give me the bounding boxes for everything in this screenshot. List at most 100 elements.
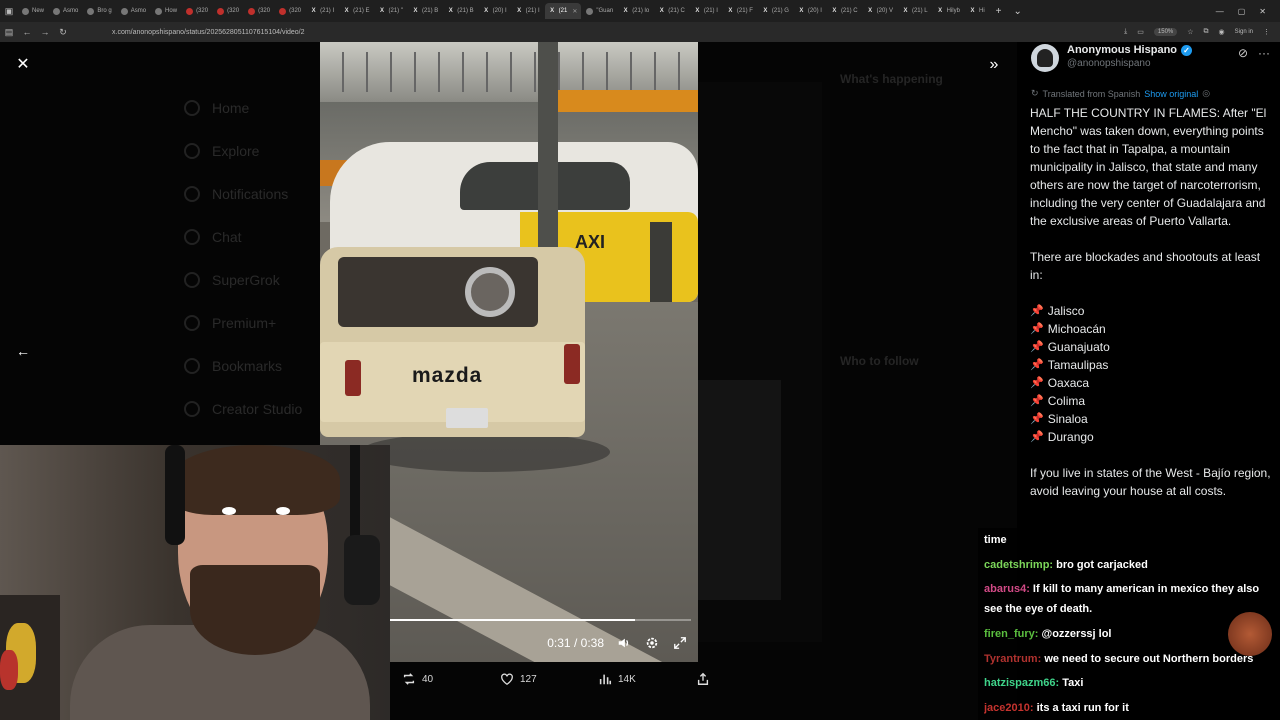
sign-in-button[interactable]: Sign in xyxy=(1235,29,1253,35)
repost-button[interactable]: 40 xyxy=(402,672,433,686)
browser-tab[interactable]: (320 xyxy=(275,3,305,19)
url-field[interactable]: x.com/anonopshispano/status/202562805110… xyxy=(112,29,305,36)
forward-arrow-icon[interactable]: → xyxy=(36,27,54,37)
browser-tab[interactable]: X (21) I xyxy=(512,3,544,19)
minimize-button[interactable]: — xyxy=(1216,7,1224,16)
maximize-button[interactable]: ▢ xyxy=(1238,7,1246,16)
video-time: 0:31 / 0:38 xyxy=(547,636,604,650)
reload-icon[interactable]: ↻ xyxy=(54,27,72,38)
youtube-icon xyxy=(217,7,225,15)
browser-tab[interactable]: "Guan xyxy=(582,3,617,19)
pushpin-icon: 📌 xyxy=(1030,323,1044,335)
close-viewer-button[interactable]: ✕ xyxy=(12,54,34,76)
zoom-badge[interactable]: 150% xyxy=(1153,28,1178,36)
previous-media-button[interactable]: ← xyxy=(12,340,34,362)
chat-username: abarus4: xyxy=(984,583,1030,595)
chat-message: abarus4: If kill to many american in mex… xyxy=(984,577,1280,622)
settings-gear-icon[interactable] xyxy=(644,635,660,651)
browser-tab[interactable]: X (21) I xyxy=(306,3,338,19)
browser-tab[interactable]: X (21) C xyxy=(827,3,862,19)
views-button[interactable]: 14K xyxy=(598,672,636,686)
state-list-item: 📌 Sinaloa xyxy=(1030,410,1272,428)
new-tab-button[interactable]: + xyxy=(990,6,1008,17)
browser-tab[interactable]: X (21) C xyxy=(654,3,689,19)
back-arrow-icon[interactable]: ← xyxy=(18,27,36,37)
youtube-icon xyxy=(186,7,194,15)
grok-icon[interactable]: ⊘ xyxy=(1238,46,1248,60)
webcam-person-hair xyxy=(170,445,340,515)
browser-tab[interactable]: X (21) B xyxy=(408,3,442,19)
like-count: 127 xyxy=(520,673,537,685)
browser-tab[interactable]: X (21) lo xyxy=(618,3,653,19)
show-original-link[interactable]: Show original xyxy=(1144,89,1198,99)
tab-search-icon[interactable]: ▣ xyxy=(0,6,18,17)
browser-tab[interactable]: X Hi xyxy=(965,3,989,19)
browser-tab[interactable]: Asmo xyxy=(49,3,82,19)
sidebar-toggle-icon[interactable]: ▤ xyxy=(0,27,18,38)
browser-tab[interactable]: X (21) B xyxy=(443,3,477,19)
fullscreen-icon[interactable] xyxy=(672,635,688,651)
profile-icon[interactable]: ◉ xyxy=(1219,28,1225,36)
tab-list-chevron-icon[interactable]: ⌄ xyxy=(1008,6,1028,17)
browser-tab-label: (320 xyxy=(258,8,271,14)
chat-text: its a taxi run for it xyxy=(1036,701,1129,714)
browser-tab[interactable]: X (21 ✕ xyxy=(544,3,582,19)
views-count: 14K xyxy=(618,673,636,685)
bookmark-star-icon[interactable]: ☆ xyxy=(1187,28,1193,36)
author-handle[interactable]: @anonopshispano xyxy=(1067,58,1192,69)
browser-tab[interactable]: X (21) " xyxy=(374,3,406,19)
browser-tab[interactable]: (320 xyxy=(213,3,243,19)
extensions-icon[interactable]: ⧉ xyxy=(1204,28,1209,36)
heart-icon xyxy=(501,673,513,686)
browser-tab-label: Asmo xyxy=(130,8,147,14)
browser-tab[interactable]: Bro g xyxy=(83,3,115,19)
like-button[interactable]: 127 xyxy=(500,672,537,686)
browser-tab[interactable]: How xyxy=(151,3,181,19)
browser-tab-label: Bro g xyxy=(97,8,112,14)
browser-tab-label: (20) I xyxy=(807,8,822,14)
close-tab-icon[interactable]: ✕ xyxy=(572,8,577,15)
browser-tab[interactable]: New xyxy=(18,3,48,19)
state-name: Tamaulipas xyxy=(1047,358,1109,372)
background-nav-item: Chat xyxy=(180,215,330,258)
browser-tab[interactable]: Asmo xyxy=(117,3,150,19)
close-window-button[interactable]: ✕ xyxy=(1259,7,1266,16)
download-icon[interactable]: ⤓ xyxy=(1124,28,1127,36)
background-nav-label: Premium+ xyxy=(212,314,277,331)
avatar[interactable] xyxy=(1031,44,1059,72)
browser-tab[interactable]: (320 xyxy=(182,3,212,19)
webcam-person-eye xyxy=(222,507,236,515)
volume-icon[interactable] xyxy=(616,635,632,651)
browser-tab[interactable]: X (21) E xyxy=(339,3,373,19)
video-progress-bar[interactable] xyxy=(388,619,691,621)
expand-panel-button[interactable]: » xyxy=(982,54,1006,76)
browser-tab[interactable]: X (21) F xyxy=(723,3,757,19)
screen-icon[interactable]: ▭ xyxy=(1137,28,1144,36)
browser-tab[interactable]: X (21) L xyxy=(898,3,932,19)
tweet-author: Anonymous Hispano ✓ @anonopshispano xyxy=(1031,44,1193,72)
share-button[interactable] xyxy=(696,672,710,686)
more-dots-icon[interactable]: ··· xyxy=(1258,46,1270,60)
chat-message: time xyxy=(984,528,1280,553)
browser-tab[interactable]: (320 xyxy=(244,3,274,19)
browser-tab-label: (21) G xyxy=(771,8,789,14)
nav-item-icon xyxy=(184,142,200,159)
browser-tab[interactable]: X Hilyb xyxy=(933,3,964,19)
browser-tab-label: How xyxy=(165,8,178,14)
browser-tab-label: (21) E xyxy=(353,8,370,14)
state-list-item: 📌 Guanajuato xyxy=(1030,338,1272,356)
x-icon: X xyxy=(623,7,628,14)
browser-tab[interactable]: X (20) I xyxy=(479,3,511,19)
background-nav-item: Premium+ xyxy=(180,301,330,344)
chat-text: we need to secure out Northern borders xyxy=(1044,652,1254,665)
browser-tab[interactable]: X (21) I xyxy=(690,3,722,19)
browser-tab[interactable]: X (21) G xyxy=(758,3,793,19)
author-name[interactable]: Anonymous Hispano xyxy=(1067,44,1177,56)
menu-dots-icon[interactable]: ⋮ xyxy=(1263,28,1270,36)
browser-tab[interactable]: X (20) I xyxy=(794,3,826,19)
screen: ▣ New Asmo Bro g Asmo How (320 (320 (320 (320 X (2… xyxy=(0,0,1280,720)
state-name: Michoacán xyxy=(1047,322,1106,336)
chat-username: hatzispazm66: xyxy=(984,677,1060,689)
browser-tab[interactable]: X (20) V xyxy=(863,3,897,19)
streamer-avatar xyxy=(1228,612,1272,656)
